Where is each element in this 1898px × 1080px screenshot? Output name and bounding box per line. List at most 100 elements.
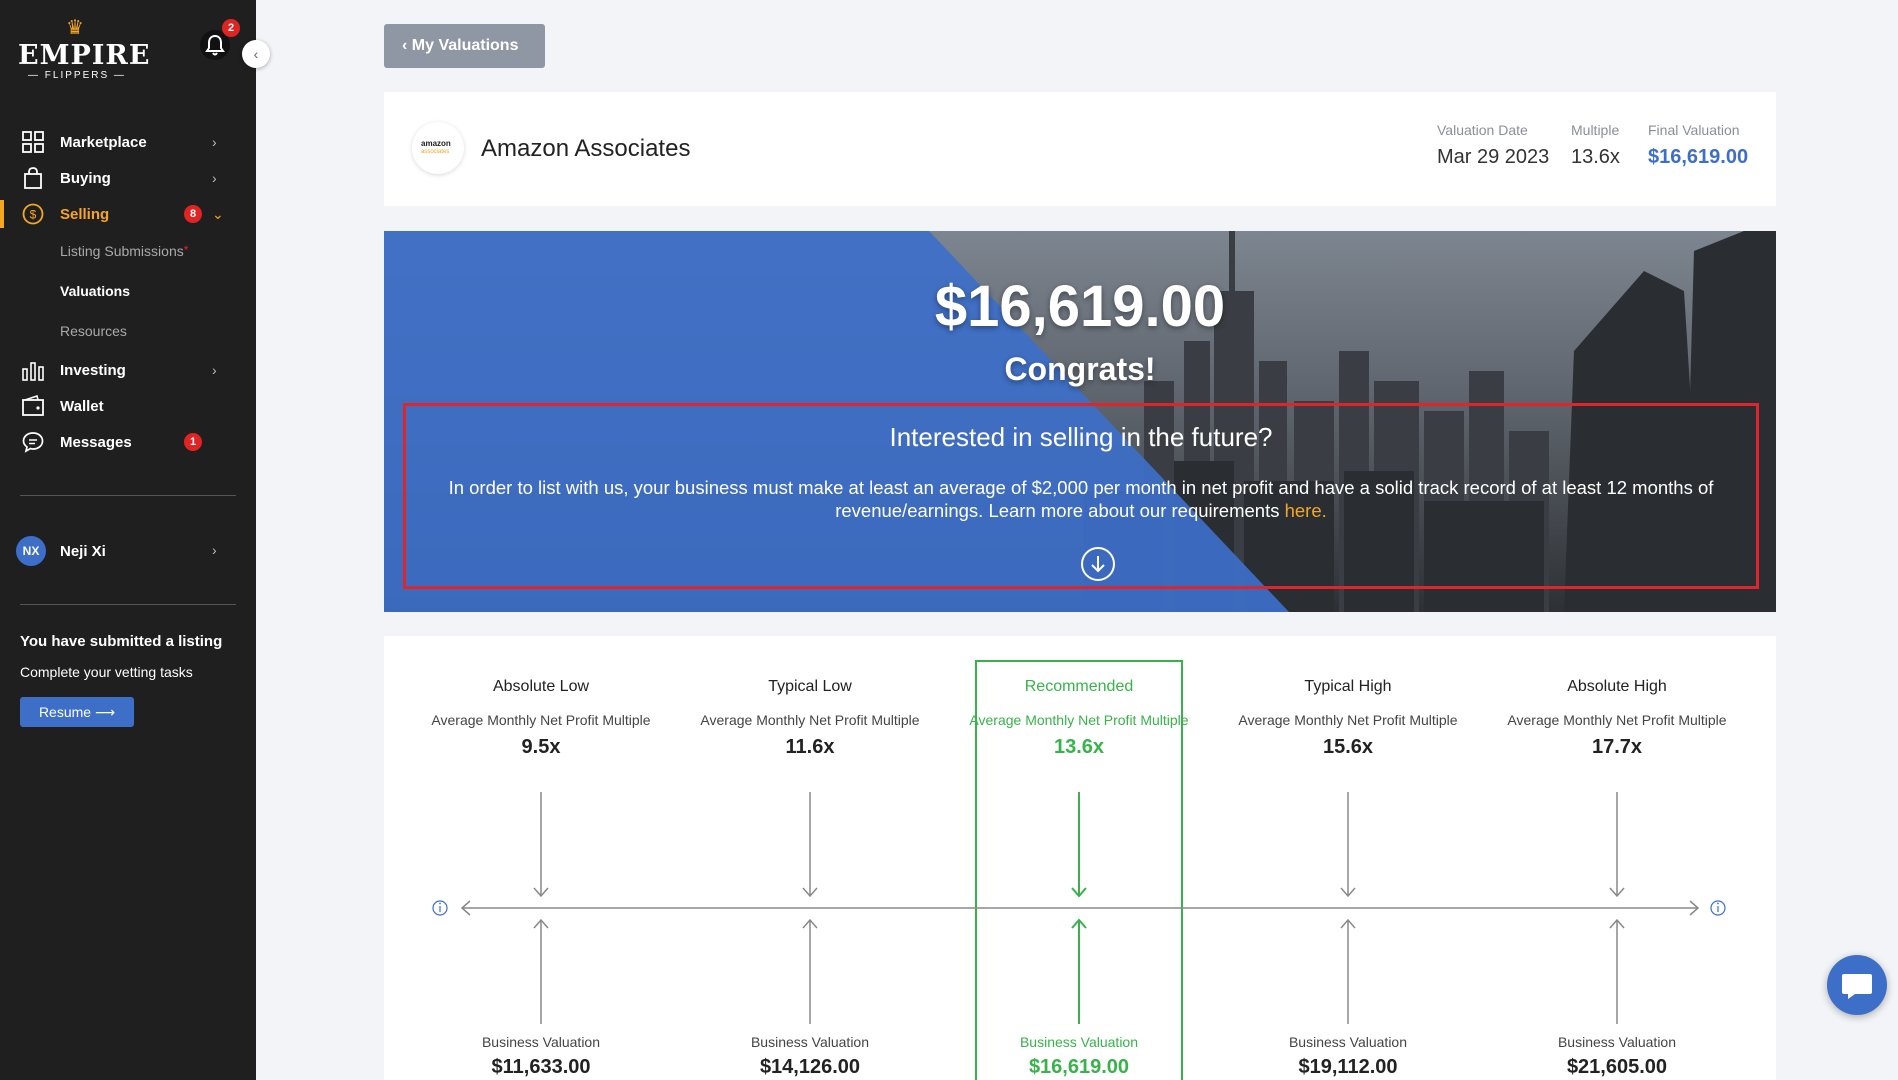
back-to-valuations-button[interactable]: ‹ My Valuations [384, 24, 545, 68]
logo-brand: EMPIRE [18, 40, 151, 71]
grid-icon [22, 131, 44, 153]
multiple-value: 17.7x [1591, 736, 1643, 758]
nav-label: Buying [60, 169, 111, 187]
info-icon-left [432, 900, 448, 916]
business-name: Amazon Associates [481, 135, 691, 162]
range-title: Typical Low [768, 678, 852, 695]
chat-icon [1842, 974, 1872, 999]
future-selling-callout: Interested in selling in the future? In … [403, 403, 1759, 589]
nav-item-investing[interactable]: Investing › [0, 352, 256, 388]
active-indicator [0, 200, 4, 228]
user-menu[interactable]: NX Neji Xi › [16, 536, 246, 566]
scroll-down-button[interactable] [1081, 547, 1115, 581]
logo-subtext: associates [421, 149, 450, 155]
amazon-associates-logo: amazon associates [412, 122, 464, 174]
arrow-right-icon: ⟶ [94, 704, 116, 720]
valuation-value: $14,126.00 [759, 1056, 861, 1078]
crown-icon: ♛ [66, 17, 84, 39]
chat-bubble-icon [22, 432, 44, 453]
chevron-down-icon: ⌄ [212, 205, 224, 222]
notifications-badge: 2 [222, 19, 240, 37]
multiple: Multiple 13.6x [1571, 122, 1620, 169]
valuation-recommended: Business Valuation $16,619.00 [969, 1034, 1189, 1079]
empire-flippers-logo[interactable]: ♛ EMPIRE — FLIPPERS — [18, 17, 149, 84]
valuation-label: Business Valuation [1019, 1034, 1139, 1050]
subnav-resources[interactable]: Resources [60, 323, 127, 339]
valuation-absolute-low: Business Valuation $11,633.00 [431, 1034, 651, 1079]
chevron-right-icon: › [212, 170, 217, 186]
shopping-bag-icon [24, 167, 42, 189]
nav-item-selling[interactable]: $ Selling 8 ⌄ [0, 196, 256, 232]
multiple-value: 13.6x [1053, 736, 1105, 758]
valuation-label: Business Valuation [1288, 1034, 1408, 1050]
multiple-value: 9.5x [521, 736, 561, 758]
multiple-label: Average Monthly Net Profit Multiple [431, 712, 651, 728]
subnav-listing-submissions[interactable]: Listing Submissions* [60, 243, 188, 259]
dollar-circle-icon: $ [22, 203, 44, 225]
final-valuation-value: $16,619.00 [1648, 146, 1749, 168]
valuation-typical-high: Business Valuation $19,112.00 [1238, 1034, 1458, 1079]
hero-congrats: Congrats! [1004, 351, 1156, 387]
listing-notice-subtitle: Complete your vetting tasks [20, 664, 193, 680]
required-marker: * [183, 243, 189, 257]
logo-text: amazon [421, 139, 451, 148]
nav-label: Messages [60, 433, 132, 451]
resume-button[interactable]: Resume ⟶ [20, 697, 134, 727]
range-column-typical-high: Typical High Average Monthly Net Profit … [1238, 678, 1458, 759]
subnav-valuations[interactable]: Valuations [60, 283, 130, 299]
valuation-ranges-card: Absolute Low Average Monthly Net Profit … [384, 636, 1776, 1080]
info-icon-right [1710, 900, 1726, 916]
selling-count-badge: 8 [184, 205, 202, 223]
valuation-header-card: amazon associates Amazon Associates Valu… [384, 92, 1776, 206]
requirements-link[interactable]: here. [1285, 500, 1327, 521]
chevron-right-icon: › [212, 134, 217, 150]
chevron-left-icon: ‹ [253, 46, 259, 62]
listing-notice-title: You have submitted a listing [20, 633, 223, 650]
arrow-down-icon [1091, 556, 1105, 573]
user-name: Neji Xi [60, 543, 106, 560]
valuation-label: Business Valuation [750, 1034, 870, 1050]
valuation-hero-banner: $16,619.00 Congrats! Interested in selli… [384, 231, 1776, 612]
valuation-value: $21,605.00 [1566, 1056, 1668, 1078]
valuation-value: $19,112.00 [1298, 1056, 1398, 1078]
nav-label: Investing [60, 361, 126, 379]
range-title: Absolute Low [492, 678, 590, 695]
callout-text: In order to list with us, your business … [426, 476, 1736, 522]
final-valuation-label: Final Valuation [1648, 122, 1740, 138]
divider [20, 495, 236, 496]
valuation-value: $11,633.00 [491, 1056, 591, 1078]
nav-item-marketplace[interactable]: Marketplace › [0, 124, 256, 160]
subnav-label: Listing Submissions [60, 243, 184, 259]
nav-item-buying[interactable]: Buying › [0, 160, 256, 196]
back-button-label: My Valuations [411, 37, 519, 54]
sidebar: ♛ EMPIRE — FLIPPERS — 2 ‹ Marketplace › … [0, 0, 270, 1080]
valuation-label: Business Valuation [1557, 1034, 1677, 1050]
hero-valuation-amount: $16,619.00 [934, 274, 1226, 339]
multiple-label: Average Monthly Net Profit Multiple [1507, 712, 1727, 728]
nav-item-messages[interactable]: Messages 1 [0, 424, 256, 460]
callout-body: In order to list with us, your business … [448, 477, 1714, 521]
range-title: Absolute High [1567, 678, 1667, 695]
range-title: Typical High [1304, 678, 1392, 695]
nav-label: Selling [60, 205, 110, 223]
bar-chart-icon [22, 362, 44, 381]
multiple-value: 11.6x [785, 736, 835, 758]
collapse-sidebar-button[interactable]: ‹ [242, 40, 270, 68]
range-column-recommended: Recommended Average Monthly Net Profit M… [969, 678, 1189, 759]
valuation-date-value: Mar 29 2023 [1437, 146, 1550, 168]
support-chat-button[interactable] [1827, 955, 1887, 1015]
valuation-typical-low: Business Valuation $14,126.00 [700, 1034, 920, 1079]
chevron-right-icon: › [212, 542, 217, 558]
divider [20, 604, 236, 605]
multiple-label: Average Monthly Net Profit Multiple [1238, 712, 1458, 728]
range-column-absolute-high: Absolute High Average Monthly Net Profit… [1507, 678, 1727, 759]
nav-label: Wallet [60, 397, 104, 415]
multiple-label: Average Monthly Net Profit Multiple [969, 712, 1189, 728]
multiple-value: 15.6x [1322, 736, 1374, 758]
resume-label: Resume [38, 704, 92, 720]
multiple-value: 13.6x [1571, 146, 1620, 168]
multiple-label: Multiple [1571, 122, 1620, 138]
nav-item-wallet[interactable]: Wallet [0, 388, 256, 424]
range-column-typical-low: Typical Low Average Monthly Net Profit M… [700, 678, 920, 759]
callout-question: Interested in selling in the future? [889, 422, 1273, 452]
